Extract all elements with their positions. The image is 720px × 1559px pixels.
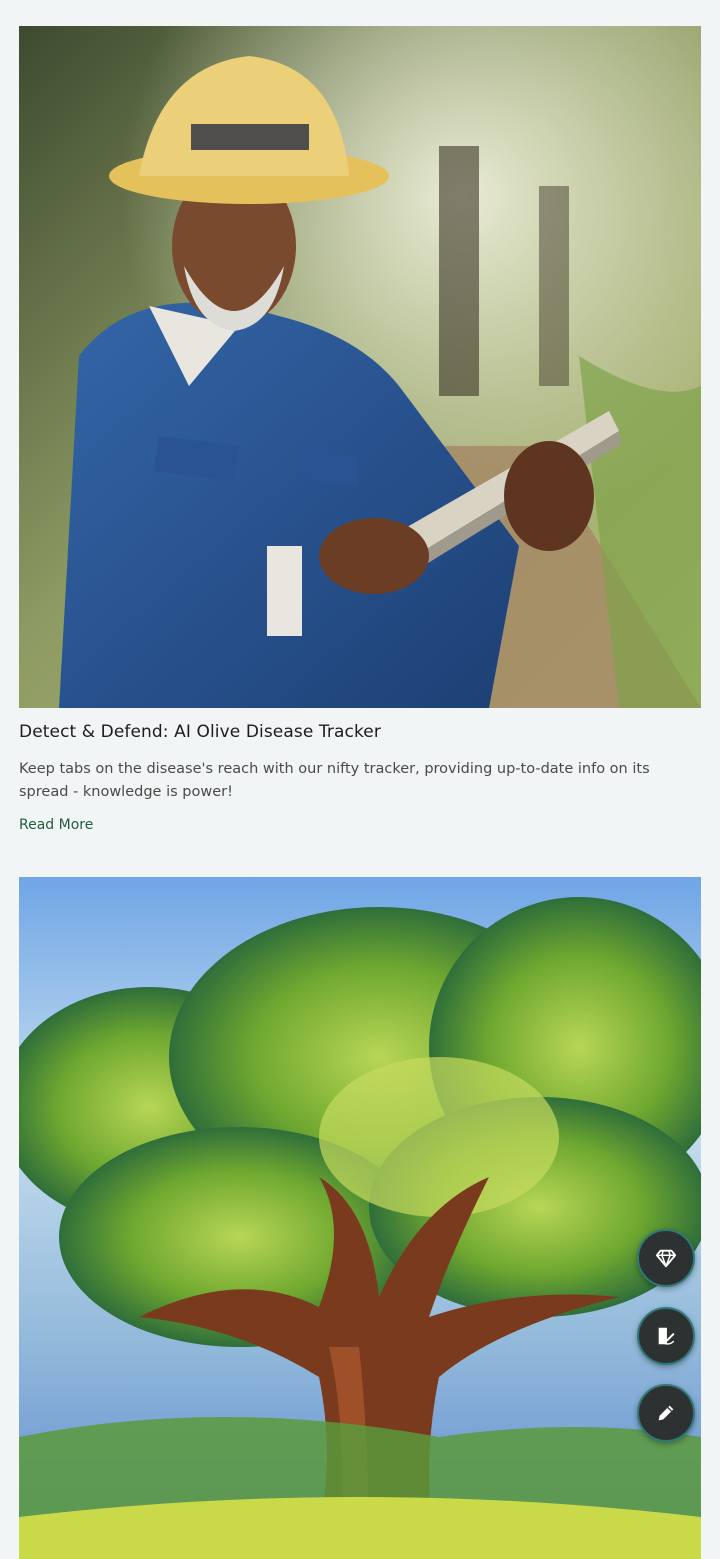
page-edit-fab-button[interactable] — [637, 1307, 695, 1365]
post-excerpt: Keep tabs on the disease's reach with ou… — [19, 761, 650, 800]
post-image-olive-tree[interactable] — [19, 877, 701, 1559]
page-edit-icon — [658, 1327, 675, 1345]
post-title[interactable]: Detect & Defend: AI Olive Disease Tracke… — [19, 720, 701, 744]
blog-post-card: Detect & Defend: AI Olive Disease Tracke… — [19, 26, 701, 833]
diamond-icon — [655, 1249, 677, 1268]
write-post-fab-button[interactable] — [637, 1384, 695, 1442]
post-image-farmer[interactable] — [19, 26, 701, 708]
blog-post-card — [19, 877, 701, 1559]
farmer-illustration — [19, 26, 701, 708]
olive-tree-painting — [19, 877, 701, 1559]
pencil-icon — [658, 1405, 674, 1421]
premium-fab-button[interactable] — [637, 1229, 695, 1287]
read-more-link[interactable]: Read More — [19, 817, 93, 833]
